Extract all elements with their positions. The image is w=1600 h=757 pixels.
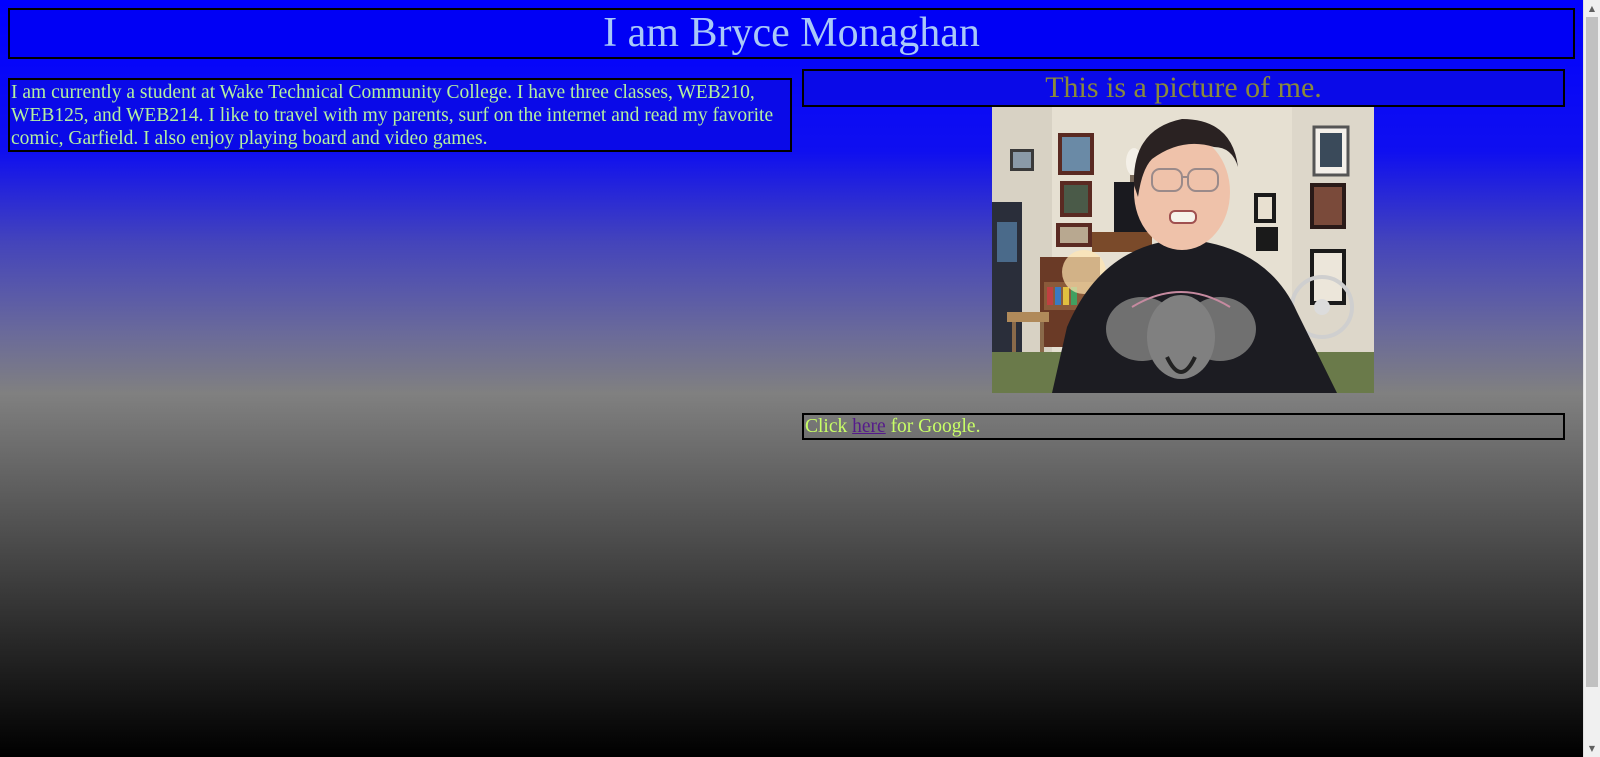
photo-caption-box: This is a picture of me.	[802, 69, 1565, 107]
vertical-scrollbar[interactable]: ▲ ▼	[1583, 0, 1600, 757]
page-title: I am Bryce Monaghan	[603, 10, 980, 56]
google-link[interactable]: here	[852, 416, 886, 437]
bio-section: I am currently a student at Wake Technic…	[8, 78, 792, 152]
google-link-line: Click here for Google.	[802, 413, 1565, 440]
profile-photo	[992, 107, 1374, 393]
bio-text: I am currently a student at Wake Technic…	[11, 82, 774, 149]
link-suffix: for Google.	[890, 416, 981, 437]
link-prefix: Click	[805, 416, 848, 437]
scroll-up-arrow-icon[interactable]: ▲	[1584, 0, 1600, 17]
page: I am Bryce Monaghan I am currently a stu…	[0, 0, 1583, 757]
scroll-down-arrow-icon[interactable]: ▼	[1584, 740, 1600, 757]
page-header: I am Bryce Monaghan	[8, 8, 1575, 59]
photo-caption: This is a picture of me.	[1045, 71, 1322, 104]
scrollbar-thumb[interactable]	[1586, 17, 1598, 687]
